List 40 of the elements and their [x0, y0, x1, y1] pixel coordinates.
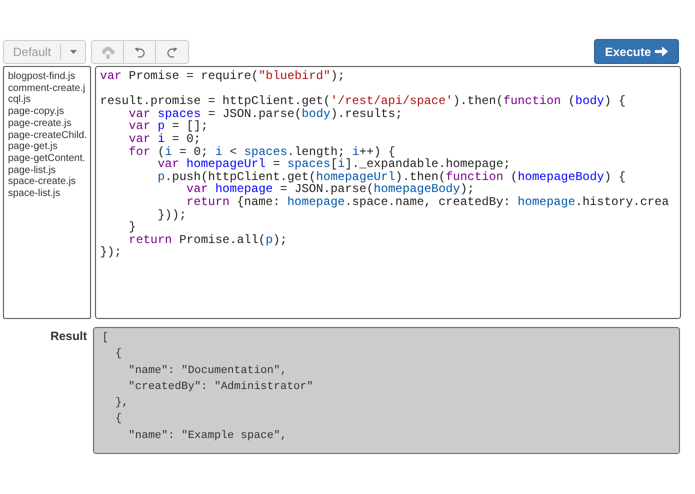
redo-icon	[166, 46, 178, 58]
code-line: p.push(httpClient.get(homepageUrl).then(function (homepageBody) {	[156, 170, 626, 184]
file-list-item[interactable]: page-list.js	[8, 164, 56, 176]
code-line: var Promise = require("bluebird");	[100, 70, 345, 83]
output-line: "name": "Example space",	[127, 428, 288, 444]
code-line: var homepage = JSON.parse(homepageBody);	[186, 183, 474, 196]
file-list-item[interactable]: page-create.js	[8, 118, 72, 130]
code-line: var p = [];	[128, 120, 208, 133]
file-list-item[interactable]: space-list.js	[8, 188, 60, 200]
file-list-item[interactable]: comment-create.j	[8, 82, 86, 94]
code-line: }));	[156, 208, 186, 222]
code-line: var spaces = JSON.parse(body).results;	[128, 108, 402, 120]
file-list-item[interactable]: cql.js	[8, 94, 31, 106]
result-label: Result	[50, 328, 87, 345]
caret-icon	[70, 50, 77, 54]
code-line: }	[128, 221, 136, 234]
arrow-right-icon	[655, 46, 668, 57]
file-list-item[interactable]: page-createChild.	[8, 130, 87, 142]
file-list-item[interactable]: blogpost-find.js	[8, 71, 76, 83]
code-line: return Promise.all(p);	[128, 234, 288, 246]
code-line: var i = 0;	[128, 132, 201, 146]
output-line: },	[114, 396, 130, 412]
file-list-item[interactable]: space-create.js	[8, 176, 76, 188]
output-line: "name": "Documentation",	[127, 364, 288, 379]
output-line: "createdBy": "Administrator"	[127, 380, 314, 395]
code-line: });	[100, 246, 122, 259]
code-line: var homepageUrl = spaces[i]._expandable.homepage;	[156, 158, 511, 171]
code-line: result.promise = httpClient.get('/rest/api/space').then(function (body) {	[100, 95, 626, 108]
code-line: for (i = 0; i < spaces.length; i++) {	[128, 146, 396, 158]
file-list-item[interactable]: page-get.js	[8, 141, 58, 153]
file-list-item[interactable]: page-getContent.	[8, 152, 86, 165]
output-line: {	[114, 412, 123, 428]
output-line: [	[102, 331, 110, 346]
file-list-item[interactable]: page-copy.js	[8, 106, 64, 118]
undo-icon	[134, 46, 146, 58]
upload-cloud-icon	[100, 46, 115, 58]
code-editor[interactable]	[95, 66, 681, 319]
execute-button[interactable]: Execute	[594, 39, 679, 64]
output-line: {	[114, 347, 123, 362]
code-line: return {name: homepage.space.name, createdBy: homepage.history.crea	[185, 196, 669, 209]
